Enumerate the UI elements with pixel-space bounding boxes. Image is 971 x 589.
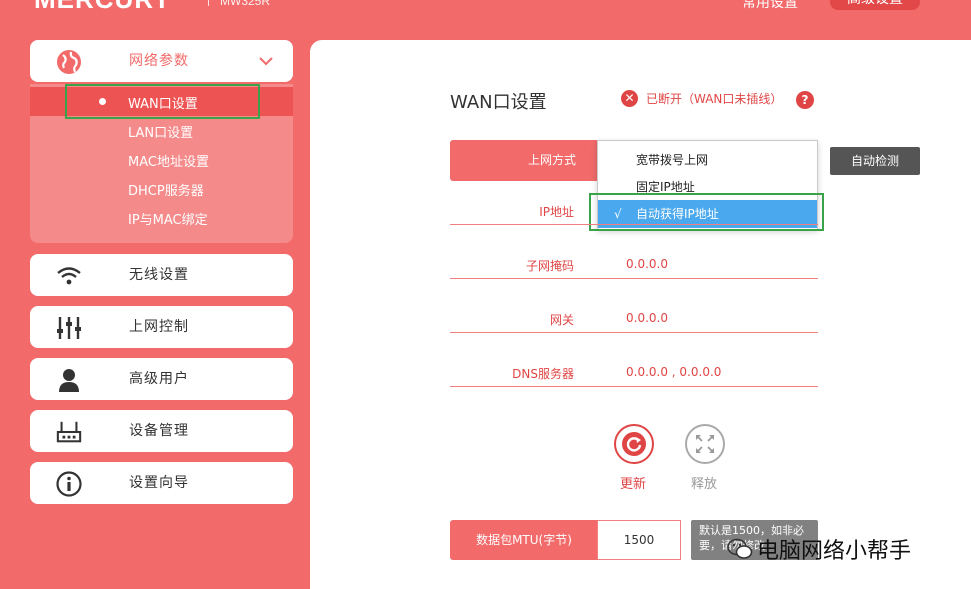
release-button[interactable] [685, 424, 725, 464]
wifi-icon [56, 263, 82, 289]
sidebar-item-network[interactable]: 网络参数 [30, 40, 293, 82]
question-icon[interactable]: ? [796, 91, 814, 109]
sidebar-label-wireless: 无线设置 [129, 267, 189, 283]
sidebar-item-access-control[interactable]: 上网控制 [30, 306, 293, 348]
renew-label: 更新 [620, 477, 647, 492]
submenu-item-dhcp[interactable]: DHCP服务器 [128, 180, 204, 199]
model-name: MW325R [220, 0, 271, 8]
sidebar-label-device-management: 设备管理 [129, 423, 189, 439]
highlight-box-dhcp [589, 193, 824, 231]
release-label: 释放 [691, 477, 718, 492]
sidebar-label-setup-wizard: 设置向导 [129, 475, 189, 491]
gateway-label: 网关 [549, 313, 574, 327]
globe-icon [56, 49, 82, 75]
sidebar-item-advanced-user[interactable]: 高级用户 [30, 358, 293, 400]
divider-dns [450, 386, 818, 387]
sidebar-label-advanced-user: 高级用户 [129, 371, 189, 387]
brand-logo: MERCURY [34, 0, 171, 15]
watermark-text: 电脑网络小帮手 [757, 539, 912, 564]
auto-detect-button[interactable]: 自动检测 [830, 147, 920, 175]
submenu-item-ip-mac-binding[interactable]: IP与MAC绑定 [128, 209, 208, 228]
nav-link-advanced[interactable]: 高级设置 [830, 0, 920, 10]
status-text: 已断开（WAN口未插线） [646, 92, 783, 106]
highlight-box-wan [65, 84, 260, 119]
watermark: 电脑网络小帮手 [727, 533, 911, 565]
router-icon [56, 419, 82, 445]
connection-status: ✕ 已断开（WAN口未插线） [621, 90, 782, 107]
divider-gateway [450, 332, 818, 333]
mtu-label: 数据包MTU(字节) [450, 520, 598, 560]
dns-value: 0.0.0.0 , 0.0.0.0 [626, 365, 722, 379]
user-icon [56, 367, 82, 393]
mtu-input[interactable]: 1500 [597, 520, 681, 560]
wechat-logo-icon [727, 538, 753, 559]
sidebar-label-access-control: 上网控制 [129, 319, 189, 335]
header-divider [208, 0, 209, 6]
dropdown-option-pppoe[interactable]: 宽带拨号上网 [598, 146, 817, 174]
sidebar-item-setup-wizard[interactable]: 设置向导 [30, 462, 293, 504]
sidebar-item-wireless[interactable]: 无线设置 [30, 254, 293, 296]
refresh-icon [622, 432, 646, 456]
divider-subnet [450, 278, 818, 279]
error-icon: ✕ [621, 90, 638, 107]
ip-address-label: IP地址 [539, 205, 574, 219]
connection-type-label: 上网方式 [450, 140, 598, 181]
sidebar-item-device-management[interactable]: 设备管理 [30, 410, 293, 452]
divider-ip [450, 224, 818, 225]
page-title: WAN口设置 [450, 92, 547, 113]
gateway-value: 0.0.0.0 [626, 311, 668, 325]
renew-button[interactable] [614, 424, 654, 464]
release-arrows-icon [696, 435, 714, 453]
submenu-item-mac[interactable]: MAC地址设置 [128, 151, 209, 170]
nav-link-basic[interactable]: 常用设置 [742, 0, 798, 12]
top-bar: MERCURY MW325R 常用设置 高级设置 [0, 0, 971, 40]
sidebar-label-network: 网络参数 [129, 53, 189, 69]
sliders-icon [56, 315, 82, 341]
subnet-mask-label: 子网掩码 [525, 259, 574, 273]
subnet-mask-value: 0.0.0.0 [626, 257, 668, 271]
info-icon [56, 471, 82, 497]
chevron-down-icon[interactable] [259, 53, 273, 72]
submenu-item-lan[interactable]: LAN口设置 [128, 122, 193, 141]
dns-label: DNS服务器 [512, 367, 574, 381]
